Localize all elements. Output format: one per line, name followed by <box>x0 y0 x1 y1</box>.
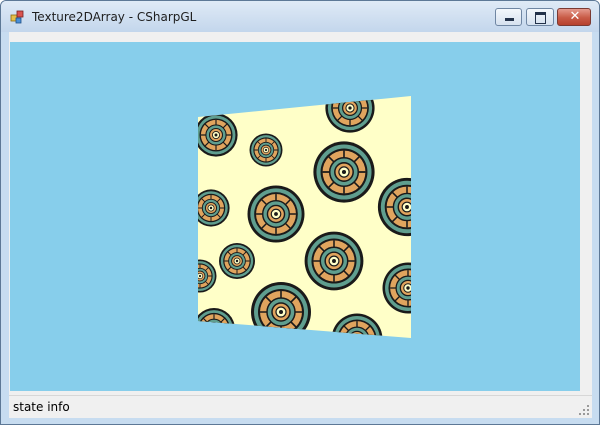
maximize-icon <box>535 12 546 24</box>
main-window: Texture2DArray - CSharpGL ✕ state info <box>0 0 600 425</box>
opengl-canvas[interactable] <box>10 42 580 391</box>
minimize-icon <box>505 18 514 21</box>
close-icon: ✕ <box>569 9 581 24</box>
size-grip-icon[interactable] <box>578 404 590 416</box>
app-icon[interactable] <box>10 9 26 25</box>
close-button[interactable]: ✕ <box>557 8 591 26</box>
status-bar: state info <box>9 395 592 418</box>
minimize-button[interactable] <box>495 8 522 26</box>
status-label: state info <box>13 400 70 414</box>
title-bar[interactable]: Texture2DArray - CSharpGL ✕ <box>1 1 599 32</box>
texture-quad <box>198 96 411 338</box>
client-area <box>9 32 592 395</box>
window-title: Texture2DArray - CSharpGL <box>32 10 197 24</box>
maximize-button[interactable] <box>526 8 554 26</box>
